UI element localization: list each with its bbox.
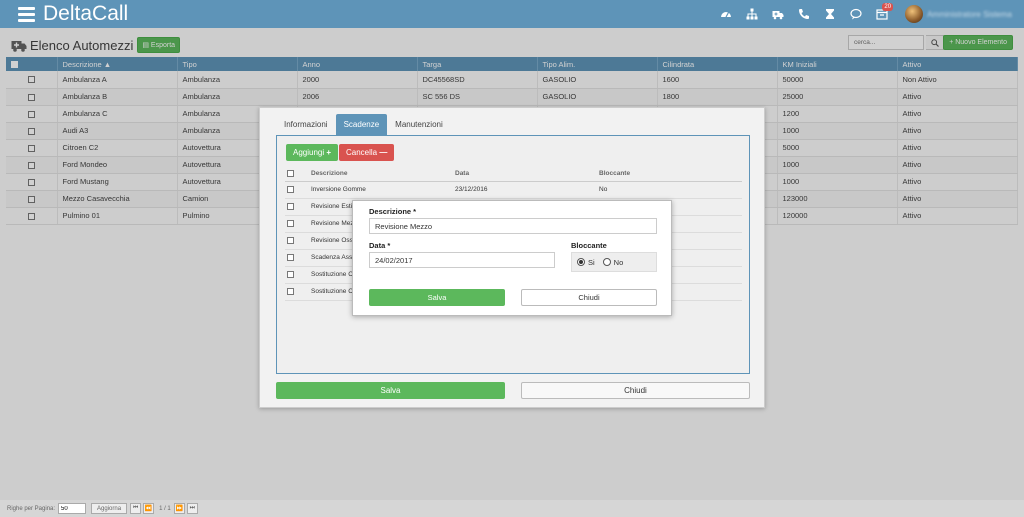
next-page-icon[interactable]: ⏩	[173, 503, 185, 514]
top-icons: 20 Amministratore Sistema	[713, 0, 1024, 28]
row-select-cell	[285, 215, 311, 233]
select-all-deadlines-checkbox[interactable]	[287, 170, 294, 178]
ambulance-icon[interactable]	[765, 0, 791, 28]
hamburger-menu-icon[interactable]	[18, 6, 35, 22]
blocking-yes-label: Si	[588, 257, 595, 267]
dashboard-icon[interactable]	[713, 0, 739, 28]
deadline-checkbox[interactable]	[287, 236, 294, 244]
tab-manutenzioni[interactable]: Manutenzioni	[387, 114, 451, 135]
row-select-cell	[285, 181, 311, 199]
deadline-checkbox[interactable]	[287, 253, 294, 261]
notification-badge: 20	[882, 3, 894, 11]
deadline-checkbox[interactable]	[287, 185, 294, 193]
description-label: Descrizione *	[369, 207, 417, 216]
sitemap-icon[interactable]	[739, 0, 765, 28]
top-navbar: DeltaCall 20 Amministratore Sistema	[0, 0, 1024, 28]
chat-icon[interactable]	[843, 0, 869, 28]
user-avatar[interactable]	[905, 5, 924, 23]
page-info: 1 / 1	[159, 505, 171, 512]
close-button[interactable]: Chiudi	[521, 382, 750, 399]
column-header: Descrizione	[311, 167, 455, 182]
pagination-bar: Righe per Pagina: Aggiorna ⏮ ⏪ 1 / 1 ⏩ ⏭	[0, 500, 1024, 517]
description-input[interactable]: Revisione Mezzo	[369, 218, 657, 234]
add-deadline-button[interactable]: Aggiungi +	[286, 144, 339, 161]
deadline-checkbox[interactable]	[287, 219, 294, 227]
minus-icon: —	[379, 148, 388, 157]
modal-tabs: Informazioni Scadenze Manutenzioni	[276, 114, 451, 135]
row-select-cell	[285, 232, 311, 250]
deadline-cell: 23/12/2016	[455, 181, 599, 199]
prev-page-icon[interactable]: ⏪	[143, 503, 155, 514]
deadline-cell: No	[599, 181, 742, 199]
deadline-checkbox[interactable]	[287, 270, 294, 278]
deadline-checkbox[interactable]	[287, 202, 294, 210]
phone-icon[interactable]	[791, 0, 817, 28]
brand-name: DeltaCall	[43, 2, 129, 25]
row-select-cell	[285, 198, 311, 216]
delete-label: Cancella	[346, 148, 378, 157]
row-select-cell	[285, 249, 311, 267]
calendar-icon[interactable]: 20	[869, 0, 895, 28]
select-all-cell	[285, 167, 311, 182]
first-page-icon[interactable]: ⏮	[130, 503, 142, 514]
row-select-cell	[285, 266, 311, 284]
row-select-cell	[285, 283, 311, 301]
date-label: Data *	[369, 241, 391, 250]
deadline-cell: Inversione Gomme	[311, 181, 455, 199]
column-header: Data	[455, 167, 599, 182]
dialog-save-button[interactable]: Salva	[369, 289, 505, 306]
dialog-close-button[interactable]: Chiudi	[521, 289, 657, 306]
date-input[interactable]: 24/02/2017	[369, 252, 555, 268]
blocking-no-label: No	[613, 257, 624, 267]
blocking-label: Bloccante	[571, 241, 607, 250]
deadlines-header-row: Descrizione Data Bloccante	[285, 167, 742, 182]
tab-informazioni[interactable]: Informazioni	[276, 114, 336, 135]
refresh-button[interactable]: Aggiorna	[91, 503, 128, 514]
rows-per-page-input[interactable]	[58, 503, 87, 514]
user-name[interactable]: Amministratore Sistema	[927, 10, 1012, 19]
delete-deadline-button[interactable]: Cancella —	[339, 144, 395, 161]
blocking-no-radio[interactable]	[602, 258, 611, 266]
plus-icon: +	[326, 148, 332, 157]
hourglass-icon[interactable]	[817, 0, 843, 28]
deadline-checkbox[interactable]	[287, 287, 294, 295]
add-label: Aggiungi	[293, 148, 325, 157]
last-page-icon[interactable]: ⏭	[186, 503, 198, 514]
column-header: Bloccante	[599, 167, 742, 182]
save-button[interactable]: Salva	[276, 382, 505, 399]
deadline-edit-dialog: Descrizione * Revisione Mezzo Data * 24/…	[352, 200, 672, 316]
rows-per-page-label: Righe per Pagina:	[7, 505, 56, 512]
tab-scadenze[interactable]: Scadenze	[335, 114, 388, 135]
blocking-radio-group: Si No	[571, 252, 657, 272]
deadline-row[interactable]: Inversione Gomme 23/12/2016 No	[285, 181, 742, 199]
blocking-yes-radio[interactable]	[577, 258, 585, 266]
brand[interactable]: DeltaCall	[18, 2, 128, 26]
